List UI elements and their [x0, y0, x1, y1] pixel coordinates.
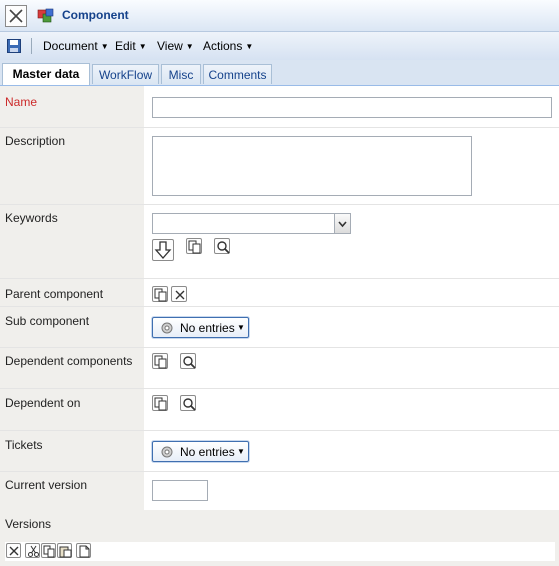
- tab-workflow[interactable]: WorkFlow: [92, 64, 159, 84]
- menu-document-label: Document: [43, 39, 98, 53]
- keywords-dropdown-button[interactable]: [334, 213, 351, 234]
- save-icon[interactable]: [7, 39, 21, 53]
- dependent-on-search-button[interactable]: [180, 395, 196, 411]
- tab-misc[interactable]: Misc: [161, 64, 201, 84]
- menu-edit[interactable]: Edit ▼: [115, 39, 147, 53]
- component-icon: [37, 8, 54, 23]
- tab-master-data[interactable]: Master data: [2, 63, 90, 85]
- chevron-down-icon: ▼: [138, 42, 147, 51]
- dependent-components-search-button[interactable]: [180, 353, 196, 369]
- copy-icon: [154, 288, 167, 302]
- parent-component-remove-button[interactable]: [171, 286, 187, 302]
- divider: [0, 127, 559, 128]
- description-textarea[interactable]: [152, 136, 472, 196]
- dependent-on-label: Dependent on: [5, 396, 81, 410]
- sub-component-no-entries-label: No entries: [180, 321, 235, 335]
- divider: [0, 388, 559, 389]
- menu-view[interactable]: View ▼: [157, 39, 194, 53]
- gear-icon: [161, 446, 173, 458]
- versions-cut-button[interactable]: [25, 543, 40, 558]
- new-document-icon: [79, 545, 90, 558]
- dependent-on-copy-button[interactable]: [152, 395, 168, 411]
- dependent-components-copy-button[interactable]: [152, 353, 168, 369]
- tickets-no-entries-button[interactable]: No entries ▼: [152, 441, 249, 462]
- name-input[interactable]: [152, 97, 552, 118]
- keywords-input[interactable]: [152, 213, 335, 234]
- close-button[interactable]: [5, 5, 27, 27]
- chevron-down-icon: [338, 221, 347, 228]
- copy-icon: [154, 355, 167, 369]
- dependent-components-label: Dependent components: [5, 354, 133, 368]
- menu-separator: [31, 38, 32, 54]
- versions-label: Versions: [5, 517, 52, 531]
- chevron-down-icon: ▼: [237, 323, 245, 332]
- parent-component-label: Parent component: [5, 287, 104, 301]
- keywords-search-button[interactable]: [214, 238, 230, 254]
- divider: [0, 347, 559, 348]
- keywords-label: Keywords: [5, 211, 58, 225]
- description-label: Description: [5, 134, 66, 148]
- paste-icon: [59, 546, 72, 558]
- tickets-label: Tickets: [5, 438, 43, 452]
- name-label: Name: [5, 95, 38, 109]
- menu-document[interactable]: Document ▼: [43, 39, 109, 53]
- close-icon: [9, 9, 23, 23]
- divider: [0, 306, 559, 307]
- add-icon: [154, 241, 172, 259]
- chevron-down-icon: ▼: [100, 42, 109, 51]
- remove-icon: [9, 546, 19, 556]
- divider: [0, 471, 559, 472]
- window-title: Component: [62, 8, 129, 22]
- menu-edit-label: Edit: [115, 39, 136, 53]
- chevron-down-icon: ▼: [237, 447, 245, 456]
- divider: [0, 278, 559, 279]
- keywords-copy-button[interactable]: [186, 238, 202, 254]
- menu-view-label: View: [157, 39, 183, 53]
- parent-component-copy-button[interactable]: [152, 286, 168, 302]
- versions-remove-button[interactable]: [6, 543, 21, 558]
- search-icon: [217, 241, 230, 254]
- versions-paste-button[interactable]: [57, 543, 72, 558]
- tab-bar: Master data WorkFlow Misc Comments: [0, 60, 559, 86]
- chevron-down-icon: ▼: [185, 42, 194, 51]
- remove-icon: [175, 290, 185, 300]
- sub-component-no-entries-button[interactable]: No entries ▼: [152, 317, 249, 338]
- divider: [0, 430, 559, 431]
- chevron-down-icon: ▼: [245, 42, 254, 51]
- menu-bar: Document ▼ Edit ▼ View ▼ Actions ▼: [0, 32, 559, 61]
- copy-icon: [188, 240, 201, 254]
- title-bar: Component: [0, 0, 559, 32]
- divider: [0, 204, 559, 205]
- current-version-input[interactable]: [152, 480, 208, 501]
- gear-icon: [161, 322, 173, 334]
- versions-new-button[interactable]: [76, 543, 91, 558]
- sub-component-label: Sub component: [5, 314, 90, 328]
- cut-icon: [28, 545, 39, 557]
- menu-actions-label: Actions: [203, 39, 243, 53]
- copy-icon: [154, 397, 167, 411]
- keywords-add-button[interactable]: [152, 239, 174, 261]
- versions-copy-button[interactable]: [41, 543, 56, 558]
- tickets-no-entries-label: No entries: [180, 445, 235, 459]
- current-version-label: Current version: [5, 478, 88, 492]
- tab-comments[interactable]: Comments: [203, 64, 272, 84]
- search-icon: [183, 398, 196, 411]
- search-icon: [183, 356, 196, 369]
- menu-actions[interactable]: Actions ▼: [203, 39, 253, 53]
- copy-icon: [43, 545, 55, 558]
